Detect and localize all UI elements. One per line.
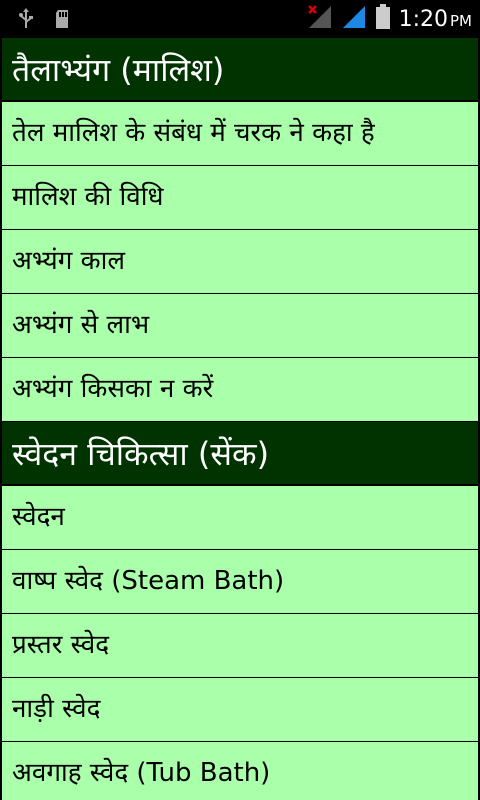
topic-list: तैलाभ्यंग (मालिश) तेल मालिश के संबंध में… xyxy=(0,38,480,800)
list-item[interactable]: मालिश की विधि xyxy=(2,166,478,230)
list-item[interactable]: अवगाह स्वेद (Tub Bath) xyxy=(2,742,478,800)
section-header-abhyanga: तैलाभ्यंग (मालिश) xyxy=(2,38,478,102)
list-item[interactable]: नाड़ी स्वेद xyxy=(2,678,478,742)
list-item[interactable]: प्रस्तर स्वेद xyxy=(2,614,478,678)
list-item[interactable]: स्वेदन xyxy=(2,486,478,550)
clock-time: 1:20 xyxy=(398,6,448,32)
list-item[interactable]: अभ्यंग से लाभ xyxy=(2,294,478,358)
usb-icon xyxy=(18,8,34,34)
no-signal-icon xyxy=(307,4,333,34)
sd-card-icon xyxy=(54,8,70,34)
list-item[interactable]: वाष्प स्वेद (Steam Bath) xyxy=(2,550,478,614)
clock: 1:20 PM xyxy=(399,7,472,32)
battery-icon xyxy=(375,4,391,34)
section-header-swedan: स्वेदन चिकित्सा (सेंक) xyxy=(2,422,478,486)
list-item[interactable]: अभ्यंग किसका न करें xyxy=(2,358,478,422)
list-item[interactable]: तेल मालिश के संबंध में चरक ने कहा है xyxy=(2,102,478,166)
status-bar: 1:20 PM xyxy=(0,0,480,38)
signal-icon xyxy=(341,4,367,34)
list-item[interactable]: अभ्यंग काल xyxy=(2,230,478,294)
clock-ampm: PM xyxy=(450,11,472,30)
